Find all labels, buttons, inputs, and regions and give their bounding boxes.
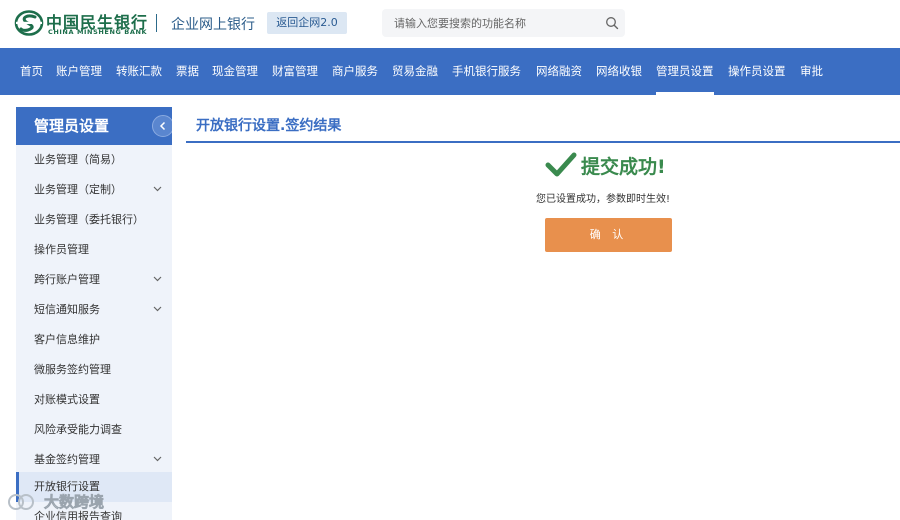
nav-item-cashier[interactable]: 网络收银 xyxy=(596,48,642,95)
chevron-down-icon xyxy=(153,306,162,312)
portal-title: 企业网上银行 xyxy=(171,17,255,33)
top-header: 中国民生银行 CHINA MINSHENG BANK 企业网上银行 返回企网2.… xyxy=(0,0,900,48)
search-box xyxy=(382,9,625,37)
sidebar-item-label: 微服务签约管理 xyxy=(34,363,111,376)
nav-item-wealth[interactable]: 财富管理 xyxy=(272,48,318,95)
sidebar-item-customer-info[interactable]: 客户信息维护 xyxy=(16,325,172,355)
chevron-down-icon xyxy=(153,186,162,192)
title-divider xyxy=(186,141,900,143)
sidebar-item-reconciliation[interactable]: 对账模式设置 xyxy=(16,385,172,415)
nav-item-mobile[interactable]: 手机银行服务 xyxy=(452,48,521,95)
sidebar-item-risk-survey[interactable]: 风险承受能力调查 xyxy=(16,415,172,445)
nav-item-accounts[interactable]: 账户管理 xyxy=(56,48,102,95)
return-legacy-button[interactable]: 返回企网2.0 xyxy=(267,12,347,34)
sidebar-item-label: 操作员管理 xyxy=(34,243,89,256)
nav-item-approval[interactable]: 审批 xyxy=(800,48,823,95)
minsheng-logo-icon[interactable] xyxy=(14,9,44,37)
nav-item-bills[interactable]: 票据 xyxy=(176,48,199,95)
sidebar-item-fund-signing[interactable]: 基金签约管理 xyxy=(16,445,172,475)
sidebar-header: 管理员设置 xyxy=(16,107,172,145)
sidebar-item-business-entrusted[interactable]: 业务管理（委托银行） xyxy=(16,205,172,235)
sidebar-item-microservice[interactable]: 微服务签约管理 xyxy=(16,355,172,385)
sidebar-title: 管理员设置 xyxy=(34,117,110,135)
sidebar-item-business-custom[interactable]: 业务管理（定制） xyxy=(16,175,172,205)
chevron-down-icon xyxy=(153,276,162,282)
header-divider xyxy=(156,14,157,32)
sidebar-item-operator-management[interactable]: 操作员管理 xyxy=(16,235,172,265)
sidebar-item-label: 对账模式设置 xyxy=(34,393,100,406)
success-title: 提交成功! xyxy=(581,156,666,178)
nav-item-admin[interactable]: 管理员设置 xyxy=(656,48,714,95)
page-title: 开放银行设置.签约结果 xyxy=(196,118,342,134)
nav-item-operator[interactable]: 操作员设置 xyxy=(728,48,786,95)
nav-item-financing[interactable]: 网络融资 xyxy=(536,48,582,95)
sidebar-item-label: 跨行账户管理 xyxy=(34,273,100,286)
checkmark-icon xyxy=(545,152,577,177)
sidebar-collapse-button[interactable] xyxy=(152,115,172,137)
watermark-text: 大数跨境 xyxy=(44,493,105,512)
main-nav: 首页 账户管理 转账汇款 票据 现金管理 财富管理 商户服务 贸易金融 手机银行… xyxy=(0,48,900,95)
bank-name-english: CHINA MINSHENG BANK xyxy=(48,28,148,36)
sidebar-item-label: 客户信息维护 xyxy=(34,333,100,346)
sidebar-item-interbank-accounts[interactable]: 跨行账户管理 xyxy=(16,265,172,295)
confirm-button[interactable]: 确 认 xyxy=(545,218,672,252)
sidebar-item-label: 业务管理（简易） xyxy=(34,153,122,166)
sidebar-item-label: 业务管理（委托银行） xyxy=(34,213,144,226)
sidebar-item-label: 基金签约管理 xyxy=(34,453,100,466)
nav-item-home[interactable]: 首页 xyxy=(20,48,43,95)
search-input[interactable] xyxy=(382,9,597,37)
chevron-down-icon xyxy=(153,456,162,462)
sidebar-item-label: 风险承受能力调查 xyxy=(34,423,122,436)
sidebar-item-sms-service[interactable]: 短信通知服务 xyxy=(16,295,172,325)
search-icon[interactable] xyxy=(605,16,619,30)
chevron-left-icon xyxy=(159,121,166,131)
success-message: 您已设置成功，参数即时生效! xyxy=(536,194,671,205)
sidebar-item-label: 业务管理（定制） xyxy=(34,183,122,196)
watermark-logo-icon xyxy=(8,494,34,510)
sidebar-item-label: 短信通知服务 xyxy=(34,303,100,316)
nav-item-trade[interactable]: 贸易金融 xyxy=(392,48,438,95)
sidebar-item-business-simple[interactable]: 业务管理（简易） xyxy=(16,145,172,175)
nav-item-cash[interactable]: 现金管理 xyxy=(212,48,258,95)
nav-item-transfer[interactable]: 转账汇款 xyxy=(116,48,162,95)
nav-item-merchant[interactable]: 商户服务 xyxy=(332,48,378,95)
sidebar: 管理员设置 业务管理（简易） 业务管理（定制） 业务管理（委托银行） 操作员管理… xyxy=(16,107,172,520)
